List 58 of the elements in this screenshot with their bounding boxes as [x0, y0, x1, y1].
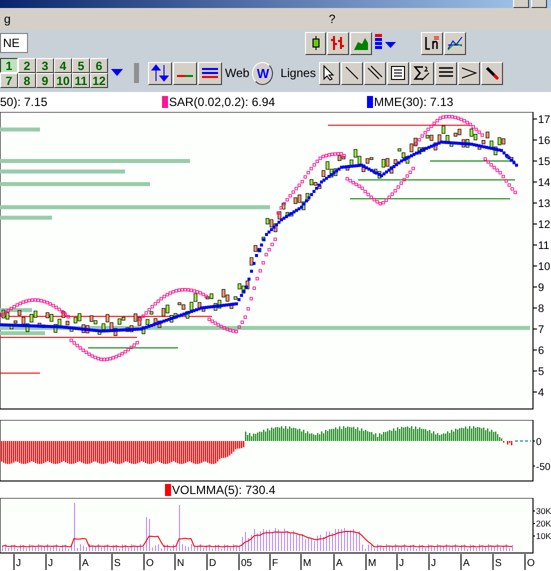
axis-label: 10	[538, 261, 550, 273]
period-button[interactable]: 12	[90, 73, 108, 88]
axis-label: 20K	[536, 518, 551, 528]
period-button[interactable]: 3	[36, 58, 54, 73]
web-button[interactable]: W	[252, 62, 274, 84]
axis-label: 4	[538, 387, 544, 399]
legend-text: VOLMMA(5): 730.4	[172, 483, 276, 497]
axis-label: 6	[538, 345, 544, 357]
axis-label: 0	[536, 437, 542, 448]
axis-label: 16	[538, 135, 550, 147]
axis-label: 15	[538, 156, 550, 168]
month-label: J	[16, 558, 21, 569]
month-label: M	[368, 558, 376, 569]
symbol-field[interactable]: NE	[0, 33, 28, 53]
axis-label: 17	[538, 114, 550, 126]
menu-item[interactable]: ?	[324, 12, 340, 26]
axis-label: 14	[538, 177, 550, 189]
legend-text: MME(30): 7.13	[374, 95, 454, 109]
month-label: F	[272, 558, 278, 569]
axis-label: 10K	[536, 531, 551, 541]
axis-label: 7	[538, 324, 544, 336]
axis-label: 13	[538, 198, 550, 210]
period-button[interactable]: 4	[54, 58, 72, 73]
month-label: D	[209, 558, 216, 569]
month-label: 05	[241, 558, 252, 569]
month-label: M	[303, 558, 312, 569]
axis-label: 30K	[536, 506, 551, 516]
axis-label: 9	[538, 282, 544, 294]
month-label: J	[399, 558, 404, 569]
month-label: S	[495, 558, 502, 569]
month-label: J	[48, 558, 53, 569]
month-label: A	[336, 558, 343, 569]
period-button[interactable]: 9	[36, 73, 54, 88]
month-label: O	[146, 558, 154, 569]
period-button[interactable]: 8	[18, 73, 36, 88]
period-button[interactable]: 1	[0, 58, 18, 73]
month-label: A	[463, 558, 470, 569]
menu-item[interactable]: g	[0, 12, 15, 26]
period-button[interactable]: 10	[54, 73, 72, 88]
legend-text: 50): 7.15	[0, 95, 48, 109]
axis-label: 12	[538, 219, 550, 231]
period-button[interactable]: 7	[0, 73, 18, 88]
axis-label: 8	[538, 303, 544, 315]
period-button[interactable]: 6	[90, 58, 108, 73]
axis-label: 11	[538, 240, 550, 252]
axis-label: -50	[536, 462, 550, 473]
legend-text: SAR(0.02,0.2): 6.94	[169, 95, 276, 109]
lines-label: Lignes	[279, 66, 317, 80]
month-label: O	[527, 558, 535, 569]
web-label: Web	[224, 66, 250, 80]
month-label: N	[177, 558, 184, 569]
period-button[interactable]: 5	[72, 58, 90, 73]
month-label: A	[82, 558, 89, 569]
period-button[interactable]: 11	[72, 73, 90, 88]
period-button[interactable]: 2	[18, 58, 36, 73]
axis-label: 5	[538, 366, 544, 378]
month-label: J	[431, 558, 436, 569]
month-label: S	[114, 558, 121, 569]
